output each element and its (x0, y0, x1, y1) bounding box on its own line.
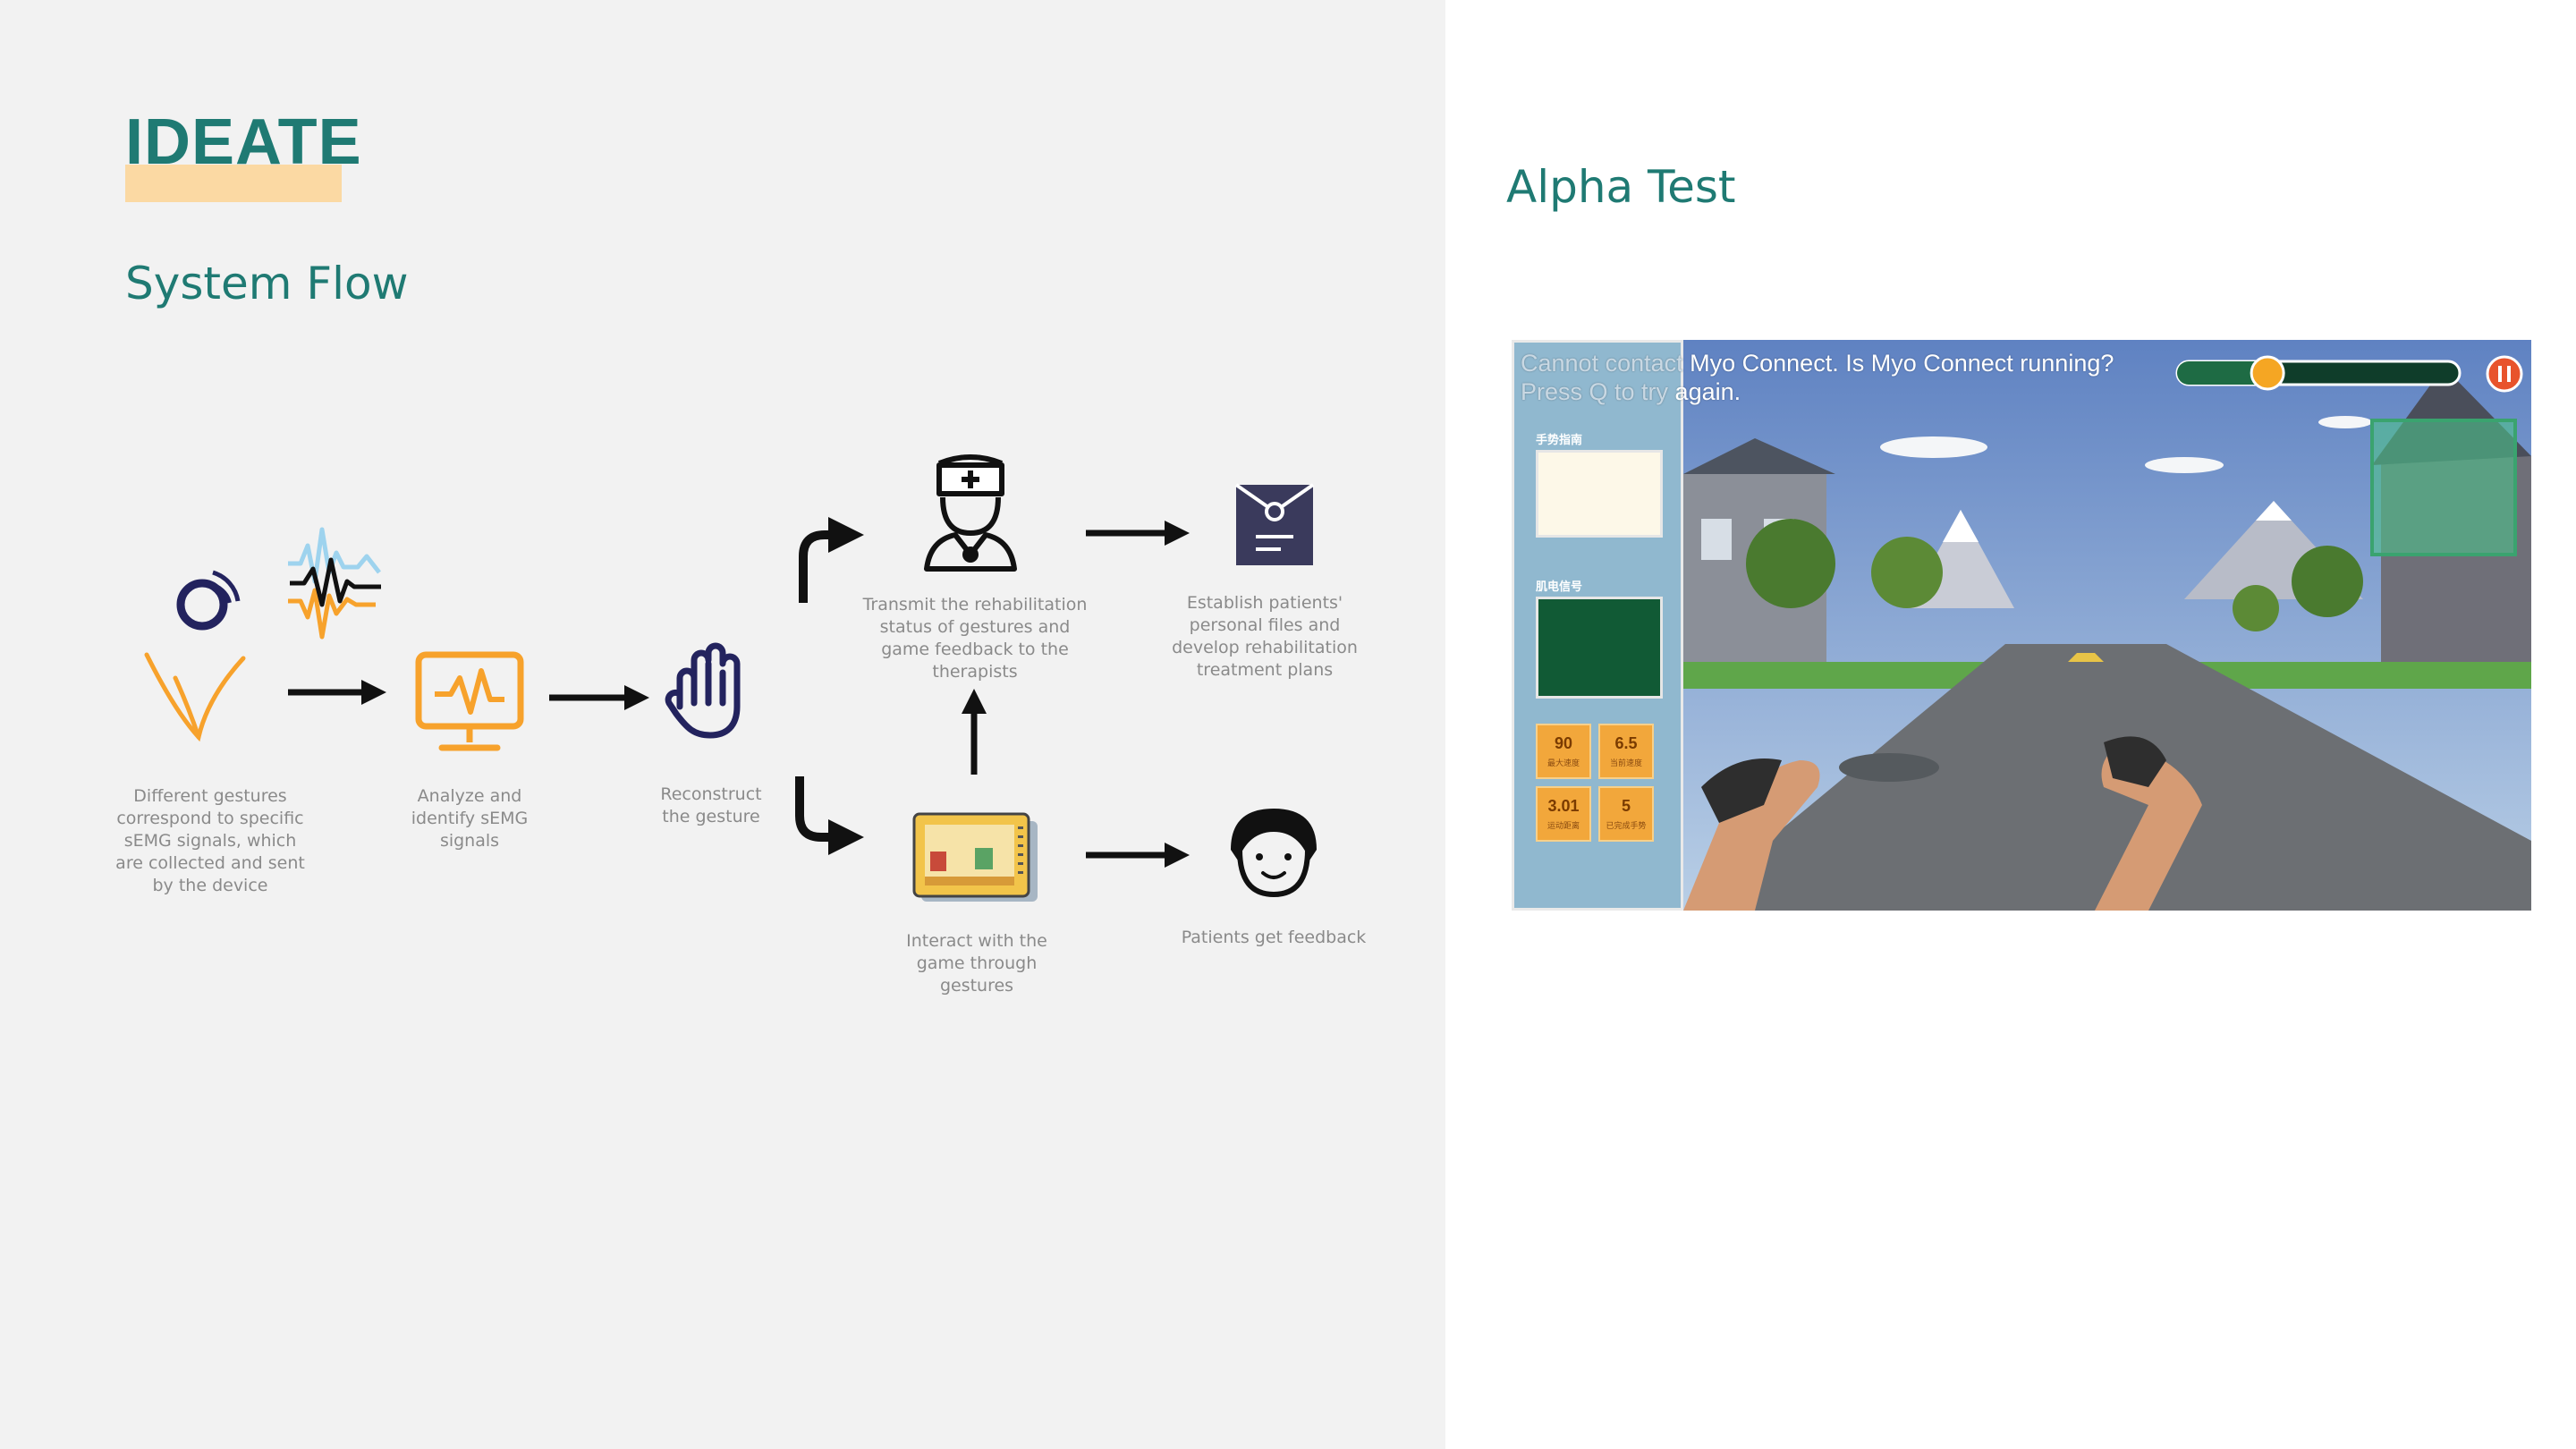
alpha-test-title: Alpha Test (1506, 161, 1736, 213)
game-cartridge-icon (912, 812, 1038, 902)
gesture-v-icon (144, 652, 246, 742)
emg-signal-box (1536, 597, 1663, 699)
gesture-guide-box (1536, 450, 1663, 538)
stat-tile: 6.5 当前速度 (1598, 724, 1654, 779)
doctor-icon (924, 454, 1017, 572)
caption-gestures: Different gestures correspond to specifi… (115, 786, 305, 895)
stat-tile: 90 最大速度 (1536, 724, 1591, 779)
caption-interact: Interact with the game through gestures (906, 931, 1047, 996)
gesture-guide-label: 手势指南 (1536, 433, 1583, 446)
system-flow-diagram (144, 454, 1317, 902)
caption-feedback: Patients get feedback (1181, 928, 1367, 947)
caption-establish: Establish patients' personal files and d… (1172, 593, 1358, 680)
hand-icon (665, 642, 741, 739)
patient-face-icon (1231, 809, 1317, 898)
game-side-panel: 手势指南 肌电信号 90 最大速度 6.5 当前速度 3.01 运动距离 5 已完成手势 (1512, 340, 1683, 911)
connection-warning: Cannot contact Myo Connect. Is Myo Conne… (1521, 350, 2114, 405)
caption-reconstruct: Reconstruct the gesture (660, 784, 762, 826)
game-3d-scene (1683, 340, 2531, 911)
branch-down-arrow (795, 776, 864, 855)
armband-icon (176, 570, 241, 631)
branch-up-arrow (799, 517, 864, 603)
monitor-pulse-icon (415, 651, 524, 751)
caption-transmit: Transmit the rehabilitation status of ge… (862, 595, 1088, 682)
stat-tile: 3.01 运动距离 (1536, 786, 1591, 842)
wave-signal-icon (288, 527, 381, 640)
game-screenshot: 手势指南 肌电信号 90 最大速度 6.5 当前速度 3.01 运动距离 5 已完成手势 (1512, 340, 2531, 911)
emg-signal-label: 肌电信号 (1536, 580, 1583, 593)
file-folder-icon (1234, 483, 1315, 565)
stat-tile: 5 已完成手势 (1598, 786, 1654, 842)
caption-analyze: Analyze and identify sEMG signals (411, 786, 529, 851)
